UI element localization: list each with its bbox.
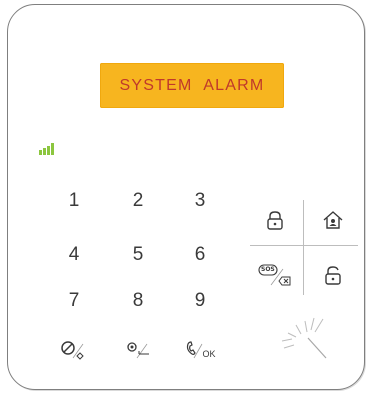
unlock-icon xyxy=(325,266,341,285)
side-panel-horizontal-divider xyxy=(250,245,358,246)
key-8[interactable]: 8 xyxy=(118,286,158,316)
arm-button[interactable] xyxy=(252,200,298,240)
signal-strength-icon xyxy=(39,143,54,155)
ok-label: OK xyxy=(202,349,216,359)
card-tap-icon xyxy=(281,317,327,359)
key-5[interactable]: 5 xyxy=(118,240,158,270)
settings-icon xyxy=(127,342,149,359)
home-arm-icon xyxy=(323,211,343,229)
key-2[interactable]: 2 xyxy=(118,186,158,216)
home-arm-button[interactable] xyxy=(310,200,356,240)
display-text: SYSTEM ALARM xyxy=(119,76,265,94)
side-panel-vertical-divider xyxy=(303,200,304,295)
ok-button[interactable]: OK xyxy=(180,334,220,364)
key-4[interactable]: 4 xyxy=(54,240,94,270)
key-1[interactable]: 1 xyxy=(54,186,94,216)
key-3[interactable]: 3 xyxy=(180,186,220,216)
disarm-button[interactable] xyxy=(310,255,356,295)
cancel-button[interactable] xyxy=(54,334,94,364)
lock-icon xyxy=(267,211,283,230)
sos-button[interactable]: SOS xyxy=(252,255,298,295)
key-6[interactable]: 6 xyxy=(180,240,220,270)
settings-button[interactable] xyxy=(118,334,158,364)
lcd-display: SYSTEM ALARM xyxy=(100,63,284,108)
handset-icon xyxy=(187,341,203,359)
key-7[interactable]: 7 xyxy=(54,286,94,316)
cancel-icon xyxy=(61,341,84,360)
key-9[interactable]: 9 xyxy=(180,286,220,316)
sos-label: SOS xyxy=(261,266,275,273)
